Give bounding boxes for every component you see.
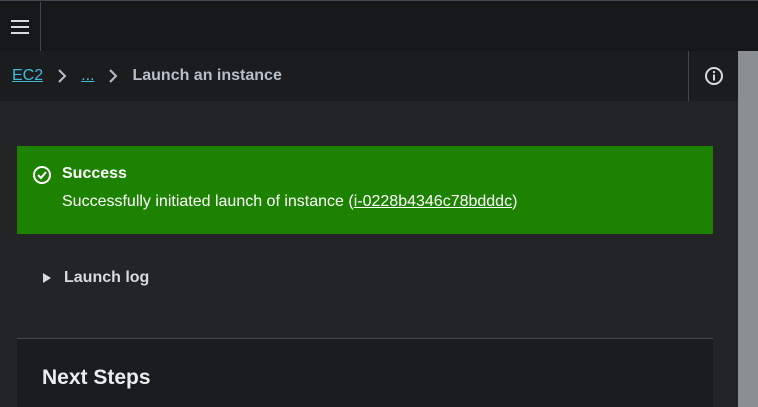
breadcrumb-bar: EC2 ... Launch an instance: [0, 51, 738, 101]
success-alert: Success Successfully initiated launch of…: [17, 146, 713, 234]
chevron-right-icon: [57, 68, 67, 84]
next-steps-heading: Next Steps: [42, 366, 151, 389]
info-circle-icon[interactable]: [704, 66, 724, 86]
launch-log-toggle[interactable]: Launch log: [42, 267, 149, 289]
alert-title: Success: [62, 165, 127, 182]
chevron-right-icon: [108, 68, 118, 84]
scrollbar-thumb[interactable]: [738, 51, 758, 407]
launch-log-label: Launch log: [64, 269, 150, 286]
breadcrumb-ec2-link[interactable]: EC2: [12, 67, 43, 85]
alert-message: Successfully initiated launch of instanc…: [62, 193, 517, 211]
breadcrumb-ellipsis-link[interactable]: ...: [81, 67, 94, 85]
alert-message-suffix: ): [512, 193, 518, 210]
alert-message-prefix: Successfully initiated launch of instanc…: [62, 193, 354, 210]
breadcrumb-current-page: Launch an instance: [132, 67, 282, 84]
next-steps-panel: Next Steps: [17, 338, 713, 407]
check-circle-icon: [32, 165, 52, 185]
breadcrumb: EC2 ... Launch an instance: [12, 51, 282, 101]
caret-right-icon: [42, 272, 52, 284]
hamburger-menu-icon: [11, 20, 29, 34]
instance-id-link[interactable]: i-0228b4346c78bdddc: [354, 193, 512, 210]
menu-button[interactable]: [0, 2, 41, 52]
page-scrollbar[interactable]: [738, 51, 758, 407]
top-navigation-bar: [0, 0, 758, 52]
info-panel-area: [688, 51, 738, 101]
